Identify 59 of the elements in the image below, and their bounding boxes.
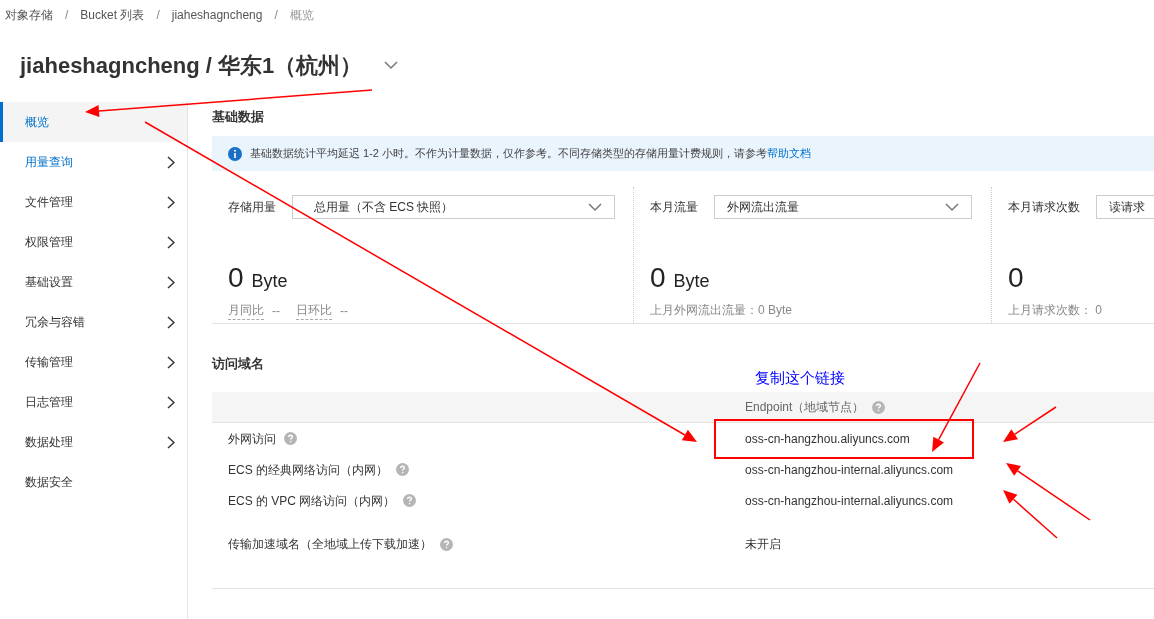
section-heading: 基础数据 xyxy=(212,108,265,126)
help-icon[interactable] xyxy=(440,537,453,551)
help-icon[interactable] xyxy=(403,494,417,507)
metric-note: 上月请求次数： 0 xyxy=(1008,302,1102,319)
metric-unit: Byte xyxy=(251,270,288,293)
table-cell-text: 外网访问 xyxy=(228,430,276,448)
metric-note: 上月外网流出流量：0 Byte xyxy=(650,302,793,319)
breadcrumb-separator: / xyxy=(65,7,69,24)
help-doc-link[interactable]: 帮助文档 xyxy=(767,147,811,160)
table-cell-text: ECS 的经典网络访问（内网） xyxy=(228,461,388,479)
breadcrumb-separator: / xyxy=(156,7,160,24)
metric-select[interactable]: 外网流出流量 xyxy=(714,195,972,219)
compare-label: 日环比 xyxy=(296,301,332,320)
help-icon[interactable] xyxy=(284,432,297,445)
endpoint-value: oss-cn-hangzhou-internal.aliyuncs.com xyxy=(745,461,954,479)
breadcrumb-separator: / xyxy=(274,7,278,24)
endpoint-value: oss-cn-hangzhou-internal.aliyuncs.com xyxy=(745,492,954,510)
annotation-note: 复制这个链接 xyxy=(755,369,845,386)
compare-label: 月同比 xyxy=(228,301,264,320)
sidebar-item[interactable]: 日志管理 xyxy=(0,382,187,422)
metric-value: 0 xyxy=(650,261,666,295)
breadcrumb-link[interactable]: Bucket 列表 xyxy=(80,6,145,24)
metric-select[interactable]: 读请求 xyxy=(1096,195,1154,219)
dropdown-caret-icon xyxy=(384,60,399,70)
sidebar-item[interactable]: 传输管理 xyxy=(0,342,187,382)
sidebar-item[interactable]: 权限管理 xyxy=(0,222,187,262)
notice-text: 基础数据统计平均延迟 1-2 小时。不作为计量数据，仅作参考。不同存储类型的存储用量计费规则，请参考帮助文档 xyxy=(250,146,811,162)
sidebar-item[interactable]: 数据安全 xyxy=(0,462,187,502)
help-icon[interactable] xyxy=(872,400,886,414)
sidebar-item[interactable]: 冗余与容错 xyxy=(0,302,187,342)
breadcrumb-link[interactable]: 对象存储 xyxy=(5,6,53,24)
sidebar-item[interactable]: 用量查询 xyxy=(0,142,187,182)
metric-value: 0 xyxy=(228,261,244,295)
column-header: Endpoint（地域节点） xyxy=(745,399,865,416)
compare-value: -- xyxy=(272,302,280,320)
sidebar-item[interactable]: 概览 xyxy=(0,102,187,142)
metric-label: 本月请求次数 xyxy=(1008,199,1080,216)
metric-label: 存储用量 xyxy=(228,199,276,216)
metric-label: 本月流量 xyxy=(650,199,698,216)
table-cell-text: 传输加速域名（全地域上传下载加速） xyxy=(228,536,432,553)
info-icon xyxy=(228,146,242,161)
metric-value: 0 xyxy=(1008,261,1024,295)
endpoint-value: 未开启 xyxy=(745,536,781,553)
breadcrumb-link[interactable]: jiaheshagncheng xyxy=(171,6,263,24)
dropdown-caret-icon xyxy=(588,202,602,212)
endpoint-value: oss-cn-hangzhou.aliyuncs.com xyxy=(714,418,974,459)
metric-unit: Byte xyxy=(673,270,710,293)
sidebar-item[interactable]: 文件管理 xyxy=(0,182,187,222)
sidebar-item[interactable]: 基础设置 xyxy=(0,262,187,302)
dropdown-caret-icon xyxy=(945,202,959,212)
metric-select[interactable]: 总用量（不含 ECS 快照） xyxy=(292,195,615,219)
help-icon[interactable] xyxy=(396,463,409,476)
table-cell-text: ECS 的 VPC 网络访问（内网） xyxy=(228,492,396,510)
sidebar-item[interactable]: 数据处理 xyxy=(0,422,187,462)
breadcrumb-current: 概览 xyxy=(289,7,314,24)
annotation-arrow xyxy=(1003,406,1057,442)
page-title: jiaheshagncheng / 华东1（杭州） xyxy=(20,51,363,80)
section-heading: 访问域名 xyxy=(212,355,265,373)
compare-value: -- xyxy=(340,302,348,320)
